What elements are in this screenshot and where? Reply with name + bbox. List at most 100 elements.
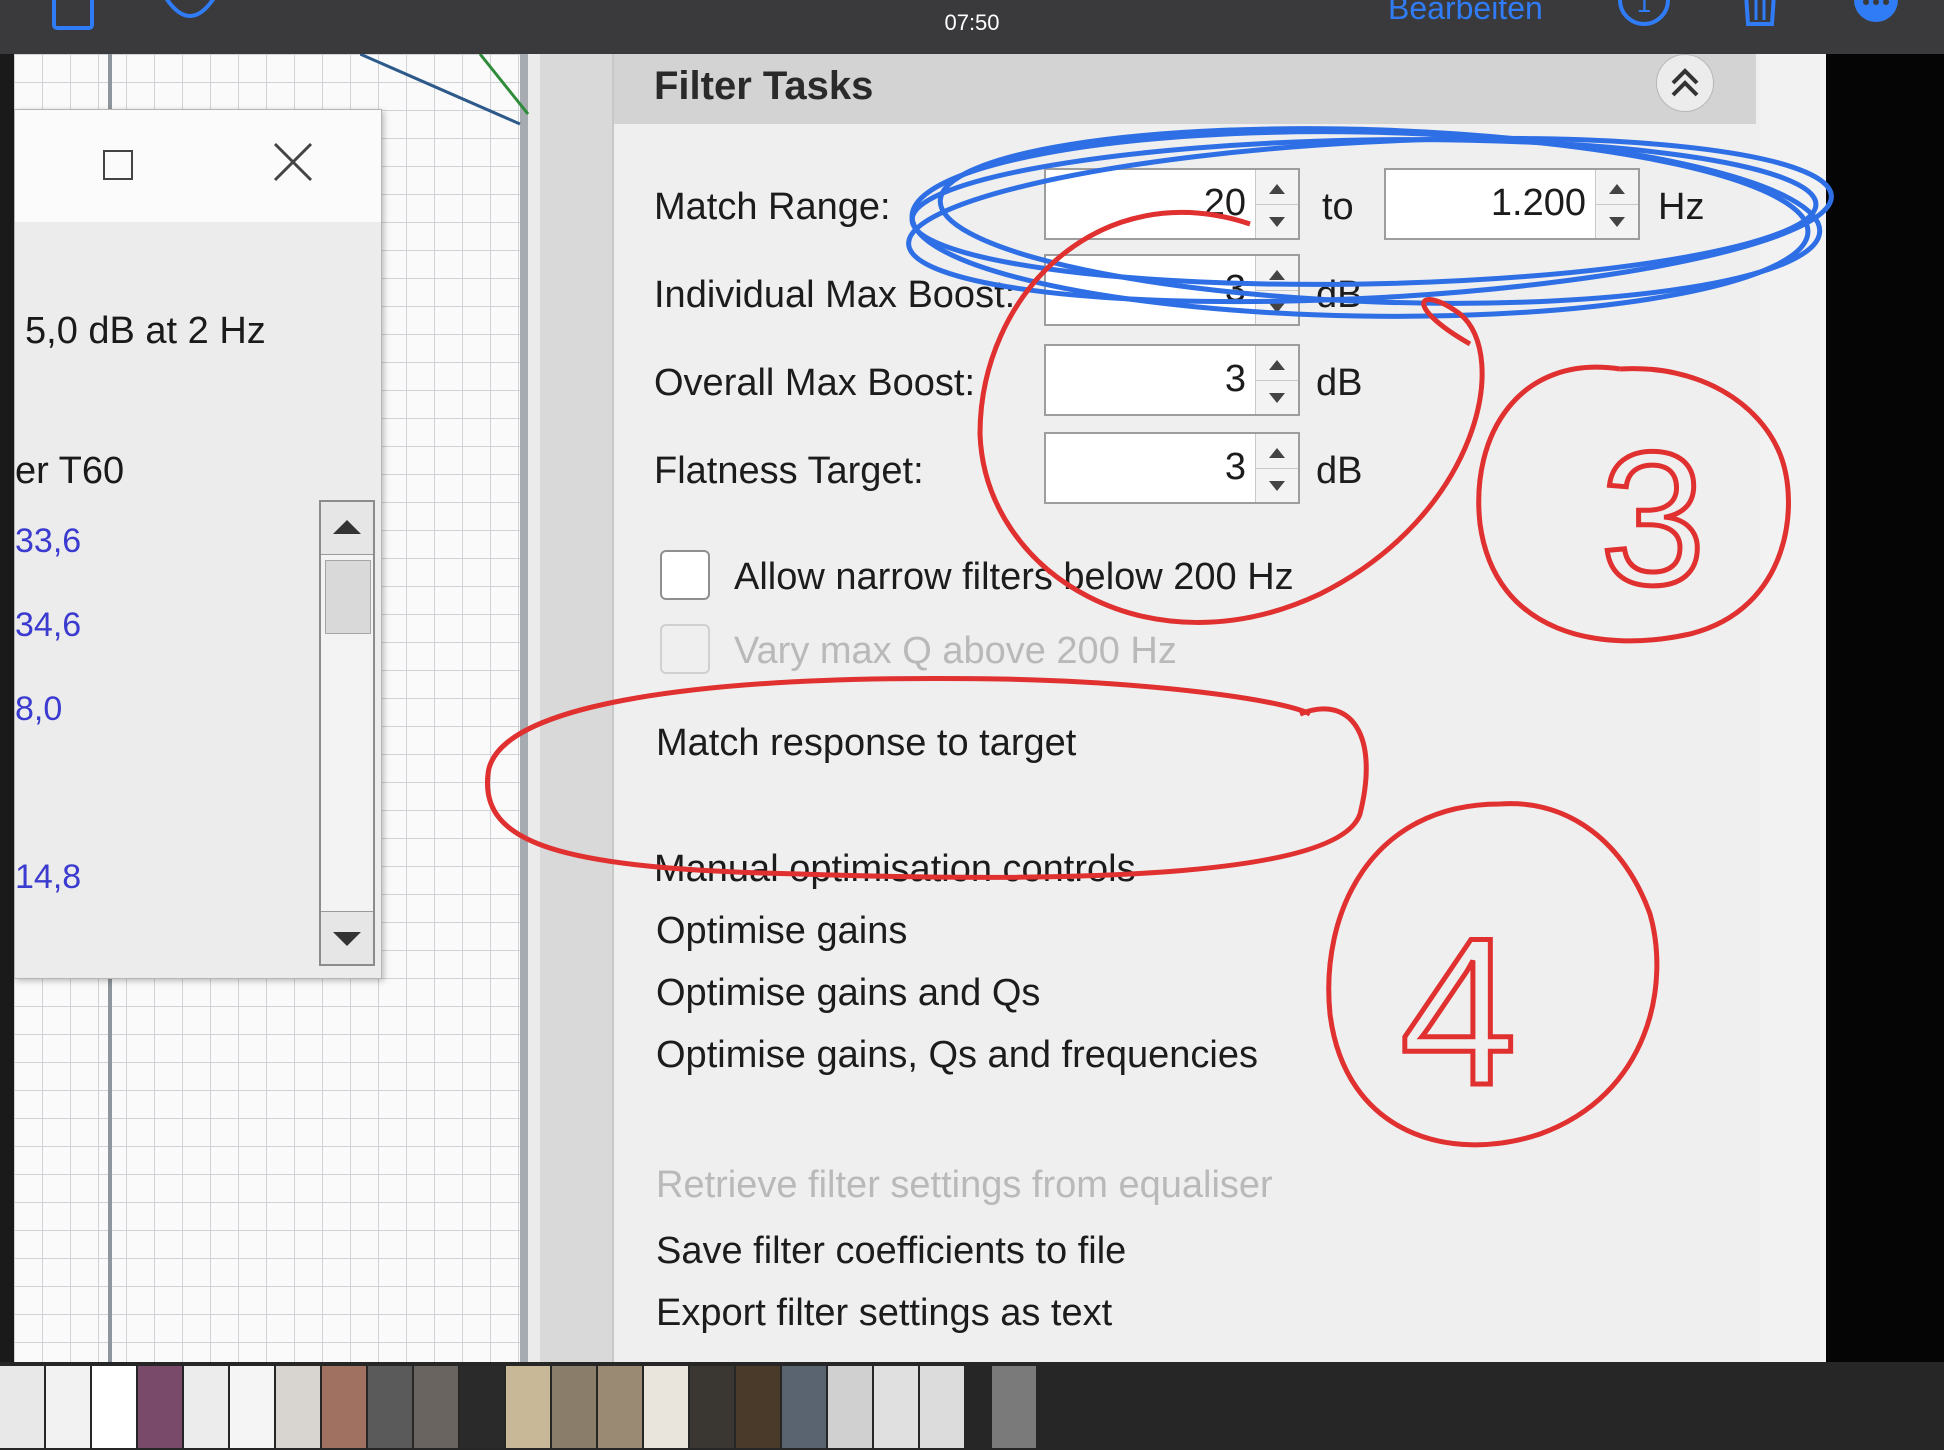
photo-viewer-toolbar: 07:50 Bearbeiten 1 (0, 0, 1944, 54)
spin-down-icon[interactable] (1256, 204, 1298, 239)
individual-max-boost-spinner[interactable]: 3 (1044, 254, 1300, 326)
more-options-icon[interactable] (1850, 0, 1902, 28)
graph-curves (360, 54, 530, 126)
retrieve-filter-settings-link: Retrieve filter settings from equaliser (656, 1164, 1273, 1206)
vary-max-q-label: Vary max Q above 200 Hz (734, 630, 1177, 672)
dialog-value: 14,8 (15, 858, 82, 896)
photo-thumbnail[interactable] (736, 1366, 780, 1448)
flatness-target-label: Flatness Target: (654, 450, 924, 492)
photo-thumbnail[interactable] (552, 1366, 596, 1448)
photo-thumbnail[interactable] (506, 1366, 550, 1448)
dialog-value: 8,0 (15, 690, 63, 728)
dialog-scrollbar[interactable] (319, 500, 375, 966)
scroll-down-button[interactable] (321, 911, 373, 964)
spin-up-icon[interactable] (1256, 346, 1298, 380)
spin-down-icon[interactable] (1256, 380, 1298, 415)
spin-up-icon[interactable] (1256, 170, 1298, 204)
photo-thumbnail-strip[interactable] (0, 1362, 1944, 1450)
spinner-arrows[interactable] (1595, 170, 1638, 238)
photo-thumbnail[interactable] (828, 1366, 872, 1448)
dialog-value: 33,6 (15, 522, 82, 560)
individual-max-boost-unit: dB (1316, 274, 1363, 316)
match-range-unit: Hz (1658, 186, 1705, 228)
trash-icon[interactable] (1738, 0, 1782, 28)
manual-optimisation-controls-link[interactable]: Manual optimisation controls (654, 848, 1136, 891)
spin-down-icon[interactable] (1256, 290, 1298, 325)
scroll-up-button[interactable] (321, 502, 373, 555)
flatness-target-spinner[interactable]: 3 (1044, 432, 1300, 504)
vary-max-q-checkbox (660, 624, 710, 674)
t60-dialog: 5,0 dB at 2 Hz er T60 33,6 34,6 8,0 14,8 (14, 109, 382, 979)
photo-thumbnail[interactable] (0, 1366, 44, 1448)
chevron-up-icon (333, 520, 361, 534)
photo-thumbnail[interactable] (92, 1366, 136, 1448)
save-filter-coefficients-link[interactable]: Save filter coefficients to file (656, 1230, 1126, 1273)
photo-thumbnail[interactable] (782, 1366, 826, 1448)
close-icon[interactable] (271, 140, 315, 184)
collapse-panel-button[interactable] (1656, 54, 1714, 112)
photo-content: 5,0 dB at 2 Hz er T60 33,6 34,6 8,0 14,8… (0, 54, 1944, 1362)
photo-thumbnail[interactable] (644, 1366, 688, 1448)
photo-thumbnail[interactable] (874, 1366, 918, 1448)
match-range-from-spinner[interactable]: 20 (1044, 168, 1300, 240)
overall-max-boost-unit: dB (1316, 362, 1363, 404)
photo-thumbnail[interactable] (414, 1366, 458, 1448)
photo-thumbnail[interactable] (690, 1366, 734, 1448)
info-count-icon[interactable]: 1 (1616, 0, 1672, 30)
overall-max-boost-spinner[interactable]: 3 (1044, 344, 1300, 416)
match-range-from-value: 20 (1203, 182, 1246, 224)
info-count: 1 (1637, 0, 1651, 18)
photo-thumbnail[interactable] (46, 1366, 90, 1448)
photo-thumbnail[interactable] (460, 1366, 504, 1448)
spinner-arrows[interactable] (1255, 170, 1298, 238)
spinner-arrows[interactable] (1255, 346, 1298, 414)
dialog-value: 34,6 (15, 606, 82, 644)
optimise-gains-link[interactable]: Optimise gains (656, 910, 907, 953)
chevron-double-up-icon (1671, 68, 1699, 97)
photo-thumbnail[interactable] (322, 1366, 366, 1448)
match-range-to-value: 1.200 (1490, 182, 1586, 224)
panel-right-strip (1760, 54, 1826, 1362)
spin-up-icon[interactable] (1256, 434, 1298, 468)
optimise-gains-qs-link[interactable]: Optimise gains and Qs (656, 972, 1040, 1015)
individual-max-boost-label: Individual Max Boost: (654, 274, 1016, 316)
scroll-thumb[interactable] (325, 560, 371, 634)
maximize-icon[interactable] (103, 150, 133, 180)
flatness-target-value: 3 (1224, 446, 1246, 488)
match-range-label: Match Range: (654, 186, 891, 228)
dialog-column-header: er T60 (15, 450, 125, 492)
photo-thumbnail[interactable] (368, 1366, 412, 1448)
allow-narrow-filters-label: Allow narrow filters below 200 Hz (734, 556, 1294, 598)
spinner-arrows[interactable] (1255, 256, 1298, 324)
spin-up-icon[interactable] (1256, 256, 1298, 290)
photo-thumbnail[interactable] (598, 1366, 642, 1448)
chevron-down-icon (333, 932, 361, 946)
allow-narrow-filters-checkbox[interactable] (660, 550, 710, 600)
dialog-titlebar (15, 110, 381, 222)
match-range-to-label: to (1322, 186, 1354, 228)
photo-thumbnail[interactable] (138, 1366, 182, 1448)
match-response-to-target-link[interactable]: Match response to target (656, 722, 1076, 765)
dialog-summary-text: 5,0 dB at 2 Hz (25, 310, 266, 352)
overall-max-boost-value: 3 (1224, 358, 1246, 400)
panel-title: Filter Tasks (654, 64, 874, 108)
overall-max-boost-label: Overall Max Boost: (654, 362, 975, 404)
spin-down-icon[interactable] (1596, 204, 1638, 239)
photo-thumbnail[interactable] (230, 1366, 274, 1448)
photo-thumbnail[interactable] (920, 1366, 964, 1448)
individual-max-boost-value: 3 (1224, 268, 1246, 310)
export-filter-settings-link[interactable]: Export filter settings as text (656, 1292, 1112, 1335)
photo-thumbnail[interactable] (184, 1366, 228, 1448)
screen-bezel-left (0, 54, 14, 1362)
spinner-arrows[interactable] (1255, 434, 1298, 502)
screen-bezel-right (1826, 54, 1944, 1362)
optimise-gains-qs-frequencies-link[interactable]: Optimise gains, Qs and frequencies (656, 1034, 1258, 1077)
flatness-target-unit: dB (1316, 450, 1363, 492)
photo-thumbnail[interactable] (276, 1366, 320, 1448)
match-range-to-spinner[interactable]: 1.200 (1384, 168, 1640, 240)
graph-border (520, 54, 528, 1362)
spin-up-icon[interactable] (1596, 170, 1638, 204)
edit-button[interactable]: Bearbeiten (1388, 0, 1543, 27)
spin-down-icon[interactable] (1256, 468, 1298, 503)
photo-thumbnail[interactable] (992, 1366, 1036, 1448)
